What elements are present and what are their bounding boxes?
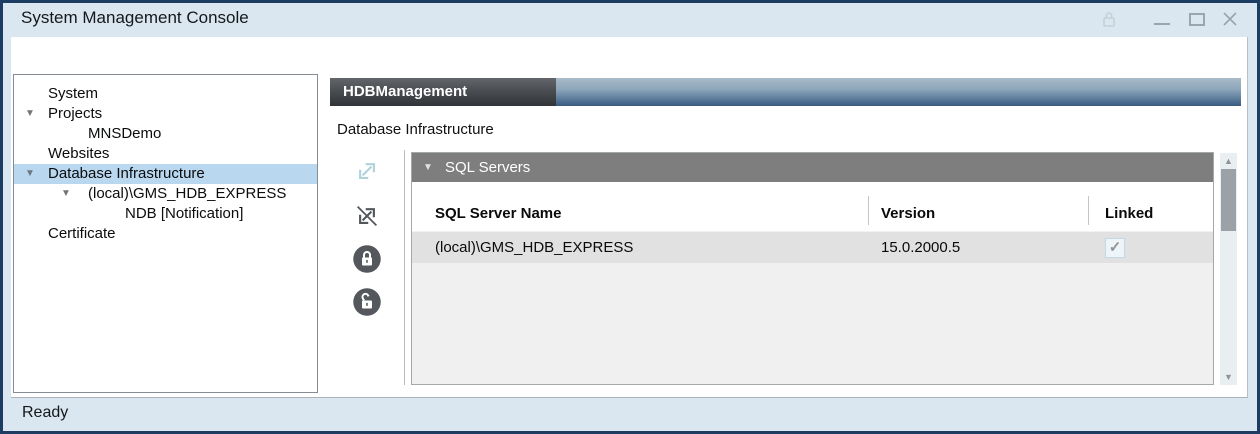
- scroll-down-icon[interactable]: ▼: [1220, 371, 1237, 383]
- maximize-button[interactable]: [1186, 8, 1208, 30]
- group-title: SQL Servers: [445, 159, 530, 176]
- table-header-row: SQL Server Name Version Linked: [412, 182, 1213, 232]
- minimize-button[interactable]: [1151, 8, 1173, 30]
- cell-sql-server-name: (local)\GMS_HDB_EXPRESS: [412, 239, 868, 256]
- tree-item-label: NDB [Notification]: [125, 205, 243, 222]
- page-title: Database Infrastructure: [337, 121, 494, 138]
- cell-version: 15.0.2000.5: [868, 239, 1088, 256]
- tab-bar: HDBManagement: [330, 78, 1241, 106]
- navigation-tree: System ▼ Projects MNSDemo Websites ▼ Dat…: [13, 74, 318, 393]
- scroll-up-icon[interactable]: ▲: [1220, 155, 1237, 167]
- tree-item-sql-instance[interactable]: ▼ (local)\GMS_HDB_EXPRESS: [14, 184, 317, 204]
- expand-arrow-icon[interactable]: ▼: [25, 104, 35, 124]
- collapse-arrow-icon[interactable]: ▼: [423, 153, 433, 182]
- sql-servers-group: ▼ SQL Servers SQL Server Name Version Li…: [411, 152, 1214, 385]
- table-row[interactable]: (local)\GMS_HDB_EXPRESS 15.0.2000.5 ✓: [412, 232, 1213, 263]
- tree-item-websites[interactable]: Websites: [14, 144, 317, 164]
- scrollbar-thumb[interactable]: [1221, 169, 1236, 231]
- tree-item-system[interactable]: System: [14, 84, 317, 104]
- tree-item-label: Websites: [48, 145, 109, 162]
- column-header-linked[interactable]: Linked: [1088, 182, 1213, 231]
- tree-item-label: (local)\GMS_HDB_EXPRESS: [88, 185, 286, 202]
- expand-arrow-icon[interactable]: ▼: [61, 184, 71, 204]
- tree-item-projects[interactable]: ▼ Projects: [14, 104, 317, 124]
- titlebar-lock-icon[interactable]: [1098, 8, 1120, 30]
- tree-item-mnsdemo[interactable]: MNSDemo: [14, 124, 317, 144]
- unlock-button[interactable]: [352, 287, 382, 317]
- column-header-sql-server-name[interactable]: SQL Server Name: [412, 182, 868, 231]
- link-server-button[interactable]: [352, 156, 382, 186]
- tree-item-label: Projects: [48, 105, 102, 122]
- system-management-console-window: System Management Console System ▼ Proje…: [0, 0, 1260, 434]
- linked-checkbox[interactable]: ✓: [1105, 238, 1125, 258]
- unlink-server-button[interactable]: [352, 201, 382, 231]
- tree-item-label: MNSDemo: [88, 125, 161, 142]
- toolbar-separator: [404, 150, 405, 385]
- tree-item-label: Database Infrastructure: [48, 165, 205, 182]
- status-text: Ready: [22, 404, 68, 422]
- tab-hdbmanagement[interactable]: HDBManagement: [330, 78, 556, 106]
- sql-servers-group-header[interactable]: ▼ SQL Servers: [412, 153, 1213, 182]
- tree-item-label: System: [48, 85, 98, 102]
- tree-item-database-infrastructure[interactable]: ▼ Database Infrastructure: [14, 164, 317, 184]
- vertical-scrollbar[interactable]: ▲ ▼: [1220, 153, 1237, 385]
- tree-item-ndb-notification[interactable]: NDB [Notification]: [14, 204, 317, 224]
- tree-item-certificate[interactable]: Certificate: [14, 224, 317, 244]
- lock-button[interactable]: [352, 244, 382, 274]
- tree-item-label: Certificate: [48, 225, 116, 242]
- expand-arrow-icon[interactable]: ▼: [25, 164, 35, 184]
- window-title: System Management Console: [21, 8, 249, 28]
- close-button[interactable]: [1219, 8, 1241, 30]
- column-header-version[interactable]: Version: [868, 182, 1088, 231]
- cell-linked: ✓: [1088, 238, 1213, 258]
